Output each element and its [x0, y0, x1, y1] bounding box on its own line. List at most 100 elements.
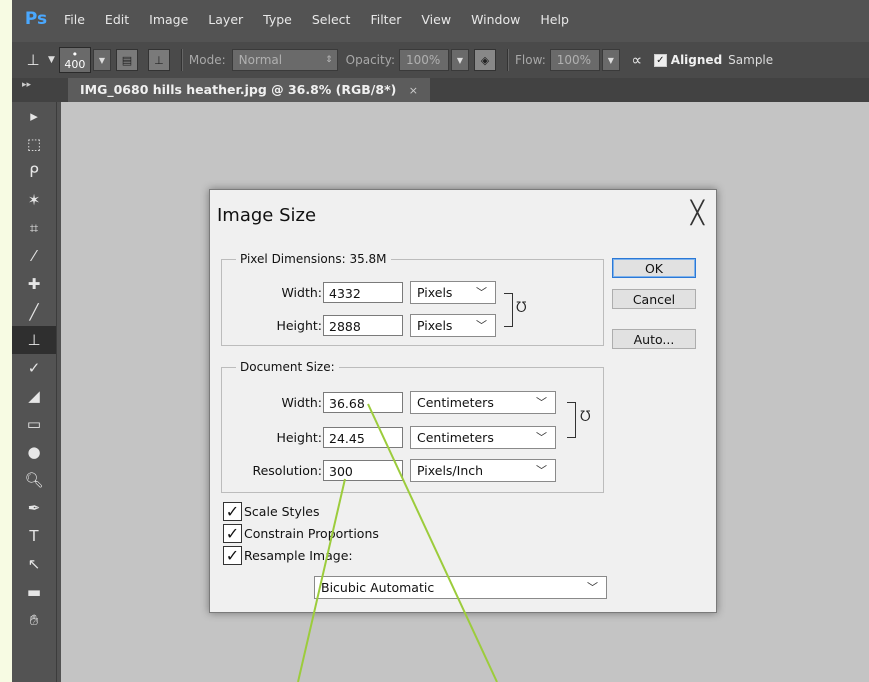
doc-height-unit: Centimeters — [417, 430, 494, 445]
healing-brush-tool-icon[interactable]: ✚ — [12, 270, 56, 298]
doc-width-unit: Centimeters — [417, 395, 494, 410]
pixel-height-label: Height: — [276, 318, 322, 333]
scale-styles-checkbox[interactable]: ✓ — [223, 501, 242, 521]
doc-height-input[interactable]: 24.45 — [323, 427, 403, 448]
sample-label: Sample — [728, 53, 774, 67]
document-tab-row: ▸▸ IMG_0680 hills heather.jpg @ 36.8% (R… — [12, 78, 869, 102]
blur-tool-icon[interactable]: ● — [12, 438, 56, 466]
menu-type[interactable]: Type — [263, 12, 292, 27]
menu-bar: Ps File Edit Image Layer Type Select Fil… — [12, 0, 869, 38]
photoshop-logo: Ps — [24, 9, 48, 29]
chain-link-icon: ᘮ — [516, 300, 527, 316]
opacity-dropdown-icon[interactable]: ▼ — [451, 49, 469, 71]
clone-stamp-tool-icon[interactable]: ⊥ — [12, 326, 56, 354]
document-tab[interactable]: IMG_0680 hills heather.jpg @ 36.8% (RGB/… — [68, 78, 430, 102]
menu-file[interactable]: File — [64, 12, 85, 27]
pixel-width-unit-select[interactable]: Pixels ﹀ — [410, 281, 496, 304]
pen-tool-icon[interactable]: ✒ — [12, 494, 56, 522]
options-bar: ⊥ ▼ • 400 ▼ ▤ ⊥ Mode: Normal ⇕ Opacity: … — [12, 42, 869, 78]
menu-filter[interactable]: Filter — [370, 12, 401, 27]
auto-button[interactable]: Auto... — [612, 329, 696, 349]
history-brush-tool-icon[interactable]: ✓ — [12, 354, 56, 382]
close-icon[interactable]: ╳ — [691, 201, 704, 226]
resample-image-row[interactable]: ✓ Resample Image: — [223, 545, 353, 565]
rectangle-tool-icon[interactable]: ▬ — [12, 578, 56, 606]
chevron-down-icon: ﹀ — [536, 396, 547, 409]
eraser-tool-icon[interactable]: ◢ — [12, 382, 56, 410]
lasso-tool-icon[interactable]: ᑭ — [12, 158, 56, 186]
chain-link-icon: ᘮ — [580, 409, 591, 425]
clone-source-icon[interactable]: ⊥ — [147, 49, 170, 71]
crop-tool-icon[interactable]: ⌗ — [12, 214, 56, 242]
brush-tool-icon[interactable]: ╱ — [12, 298, 56, 326]
opacity-input[interactable]: 100% — [399, 49, 449, 71]
cancel-button[interactable]: Cancel — [612, 289, 696, 309]
marquee-tool-icon[interactable]: ⬚ — [12, 130, 56, 158]
type-tool-icon[interactable]: T — [12, 522, 56, 550]
pressure-opacity-icon[interactable]: ◈ — [474, 49, 496, 71]
menu-window[interactable]: Window — [471, 12, 520, 27]
flow-dropdown-icon[interactable]: ▼ — [601, 49, 620, 71]
resample-image-checkbox[interactable]: ✓ — [223, 545, 242, 565]
pixel-height-input[interactable]: 2888 — [323, 315, 403, 336]
constrain-proportions-label: Constrain Proportions — [244, 525, 379, 541]
pixel-height-unit-select[interactable]: Pixels ﹀ — [410, 314, 496, 337]
brush-panel-icon[interactable]: ▤ — [115, 49, 138, 71]
resample-image-label: Resample Image: — [244, 547, 353, 563]
constrain-proportions-checkbox[interactable]: ✓ — [223, 523, 242, 543]
resolution-input[interactable]: 300 — [323, 460, 403, 481]
mode-select[interactable]: Normal ⇕ — [231, 49, 338, 71]
flow-label: Flow: — [515, 53, 546, 67]
tool-preset-arrow-icon[interactable]: ▼ — [48, 55, 55, 65]
resolution-unit: Pixels/Inch — [417, 463, 484, 478]
pixel-width-input[interactable]: 4332 — [323, 282, 403, 303]
mode-label: Mode: — [188, 53, 226, 67]
close-tab-icon[interactable]: × — [409, 84, 418, 97]
resolution-label: Resolution: — [252, 463, 322, 478]
pixel-width-label: Width: — [281, 285, 322, 300]
resample-method-select[interactable]: Bicubic Automatic ﹀ — [314, 576, 607, 599]
clone-stamp-tool-icon[interactable]: ⊥ — [22, 49, 44, 71]
gradient-tool-icon[interactable]: ▭ — [12, 410, 56, 438]
flow-input[interactable]: 100% — [549, 49, 600, 71]
menu-image[interactable]: Image — [149, 12, 188, 27]
dodge-tool-icon[interactable]: 🔍︎ — [12, 466, 56, 494]
path-selection-tool-icon[interactable]: ↖ — [12, 550, 56, 578]
brush-dropdown-icon[interactable]: ▼ — [92, 49, 111, 71]
doc-height-unit-select[interactable]: Centimeters ﹀ — [410, 426, 556, 449]
pixel-dimensions-legend: Pixel Dimensions: 35.8M — [236, 252, 391, 266]
pixel-link-bracket — [504, 293, 513, 327]
dialog-title: Image Size — [217, 205, 317, 226]
chevron-down-icon: ﹀ — [536, 431, 547, 444]
brush-preset-picker[interactable]: • 400 — [58, 47, 91, 73]
aligned-label: Aligned — [670, 53, 723, 67]
doc-height-label: Height: — [276, 430, 322, 445]
menu-layer[interactable]: Layer — [208, 12, 243, 27]
resolution-unit-select[interactable]: Pixels/Inch ﹀ — [410, 459, 556, 482]
pixel-height-unit: Pixels — [417, 318, 453, 333]
chevron-down-icon: ﹀ — [476, 286, 487, 299]
chevron-down-icon: ﹀ — [476, 319, 487, 332]
scale-styles-label: Scale Styles — [244, 503, 320, 519]
hand-tool-icon[interactable]: ✋︎ — [12, 606, 56, 634]
resample-method-value: Bicubic Automatic — [321, 580, 435, 595]
menu-select[interactable]: Select — [312, 12, 351, 27]
menu-help[interactable]: Help — [540, 12, 569, 27]
aligned-checkbox[interactable]: ✓ — [653, 53, 667, 67]
mode-value: Normal — [238, 53, 283, 67]
doc-width-unit-select[interactable]: Centimeters ﹀ — [410, 391, 556, 414]
eyedropper-tool-icon[interactable]: ⁄ — [12, 242, 56, 270]
opacity-label: Opacity: — [345, 53, 395, 67]
magic-wand-tool-icon[interactable]: ✶ — [12, 186, 56, 214]
airbrush-icon[interactable]: ∝ — [626, 49, 648, 71]
ok-button[interactable]: OK — [612, 258, 696, 278]
constrain-proportions-row[interactable]: ✓ Constrain Proportions — [223, 523, 379, 543]
scale-styles-row[interactable]: ✓ Scale Styles — [223, 501, 320, 521]
move-tool-icon[interactable]: ▸ — [12, 102, 56, 130]
chevron-down-icon: ﹀ — [587, 581, 598, 594]
menu-edit[interactable]: Edit — [105, 12, 129, 27]
panel-collapse-icon[interactable]: ▸▸ — [22, 80, 31, 90]
doc-width-input[interactable]: 36.68 — [323, 392, 403, 413]
menu-view[interactable]: View — [421, 12, 451, 27]
pixel-width-unit: Pixels — [417, 285, 453, 300]
